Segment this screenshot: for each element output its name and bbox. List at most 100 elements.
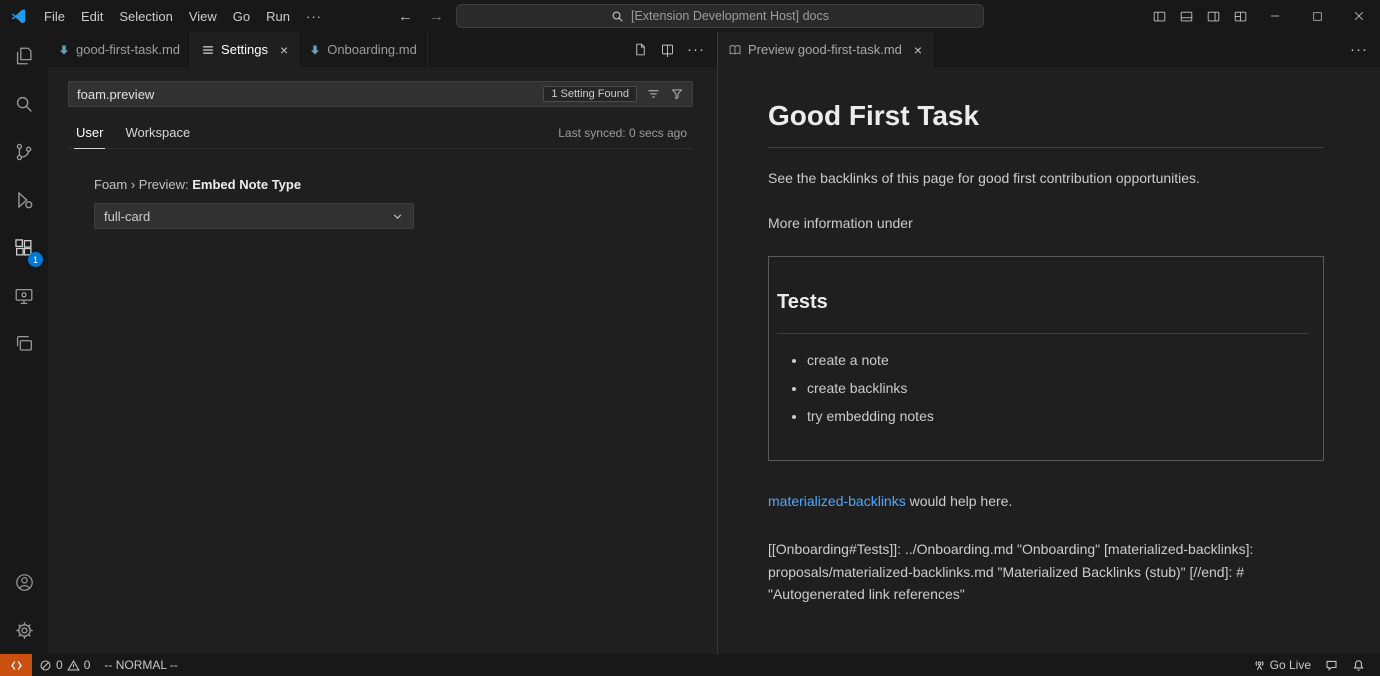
settings-result-count-badge: 1 Setting Found — [543, 86, 637, 102]
preview-paragraph: See the backlinks of this page for good … — [768, 168, 1324, 189]
tab-settings[interactable]: Settings × — [191, 32, 299, 67]
embed-note-type-select[interactable]: full-card — [94, 203, 414, 229]
menu-bar: File Edit Selection View Go Run ··· — [36, 6, 330, 27]
go-live-label: Go Live — [1270, 658, 1311, 672]
go-live-item[interactable]: Go Live — [1246, 654, 1318, 676]
settings-gear-icon[interactable] — [0, 606, 48, 654]
menu-run[interactable]: Run — [258, 6, 298, 27]
split-editor-icon[interactable] — [660, 42, 675, 57]
more-actions-icon[interactable]: ··· — [1350, 42, 1368, 57]
embedded-note-card: Tests create a note create backlinks try… — [768, 256, 1324, 461]
filter-settings-icon[interactable] — [670, 87, 684, 101]
tab-preview-good-first-task[interactable]: Preview good-first-task.md × — [718, 32, 933, 67]
editor-groups: good-first-task.md Settings × Onboarding… — [48, 32, 1380, 654]
extensions-icon[interactable]: 1 — [0, 224, 48, 272]
scope-tab-workspace[interactable]: Workspace — [123, 125, 192, 148]
settings-search-input[interactable]: foam.preview 1 Setting Found — [68, 81, 693, 107]
history-nav: ← → — [398, 0, 444, 32]
notifications-bell-icon — [1352, 659, 1365, 672]
warnings-icon — [67, 659, 80, 672]
windows-icon[interactable] — [0, 320, 48, 368]
more-actions-icon[interactable]: ··· — [687, 42, 705, 57]
back-icon[interactable]: ← — [398, 8, 413, 25]
settings-editor: foam.preview 1 Setting Found User Worksp… — [48, 67, 717, 229]
list-item: create a note — [807, 350, 1309, 371]
command-center[interactable]: [Extension Development Host] docs — [456, 4, 984, 28]
toggle-secondary-sidebar-icon[interactable] — [1200, 0, 1227, 32]
tab-onboarding[interactable]: Onboarding.md — [299, 32, 428, 67]
warnings-count: 0 — [84, 658, 91, 672]
status-bar-right: Go Live — [1246, 654, 1380, 676]
errors-icon — [39, 659, 52, 672]
markdown-icon — [309, 44, 321, 56]
open-settings-json-icon[interactable] — [633, 42, 648, 57]
feedback-item[interactable] — [1318, 654, 1345, 676]
link-suffix: would help here. — [906, 493, 1013, 509]
select-value: full-card — [104, 209, 150, 224]
toggle-primary-sidebar-icon[interactable] — [1146, 0, 1173, 32]
accounts-icon[interactable] — [0, 558, 48, 606]
notifications-item[interactable] — [1345, 654, 1372, 676]
menu-file[interactable]: File — [36, 6, 73, 27]
remote-explorer-icon[interactable] — [0, 272, 48, 320]
vim-mode-label: -- NORMAL -- — [104, 658, 178, 672]
clear-settings-search-icon[interactable] — [646, 87, 661, 102]
window-controls — [1146, 0, 1380, 32]
materialized-backlinks-link[interactable]: materialized-backlinks — [768, 493, 906, 509]
tab-label: Onboarding.md — [327, 42, 417, 57]
title-bar: File Edit Selection View Go Run ··· ← → … — [0, 0, 1380, 32]
tab-label: Settings — [221, 42, 268, 57]
problems-item[interactable]: 0 0 — [32, 654, 97, 676]
tab-label: good-first-task.md — [76, 42, 180, 57]
errors-count: 0 — [56, 658, 63, 672]
link-paragraph: materialized-backlinks would help here. — [768, 491, 1324, 512]
editor-actions-left: ··· — [633, 32, 717, 67]
setting-name: Embed Note Type — [192, 177, 301, 192]
settings-search-value: foam.preview — [77, 87, 534, 102]
close-window-button[interactable] — [1338, 0, 1380, 32]
tab-good-first-task[interactable]: good-first-task.md — [48, 32, 191, 67]
menu-view[interactable]: View — [181, 6, 225, 27]
scope-tab-user[interactable]: User — [74, 125, 105, 149]
vim-mode-item[interactable]: -- NORMAL -- — [97, 654, 185, 676]
remote-indicator-icon — [10, 659, 23, 672]
feedback-icon — [1325, 659, 1338, 672]
minimize-button[interactable] — [1254, 0, 1296, 32]
editor-actions-right: ··· — [1350, 32, 1380, 67]
run-debug-icon[interactable] — [0, 176, 48, 224]
settings-editor-icon — [201, 43, 215, 57]
close-tab-icon[interactable]: × — [280, 43, 288, 57]
preview-title: Good First Task — [768, 95, 1324, 148]
last-synced-label: Last synced: 0 secs ago — [558, 126, 687, 148]
setting-item: Foam › Preview: Embed Note Type full-car… — [94, 177, 693, 229]
editor-group-right: Preview good-first-task.md × ··· Good Fi… — [717, 32, 1380, 654]
vscode-logo — [0, 8, 36, 25]
link-references: [[Onboarding#Tests]]: ../Onboarding.md "… — [768, 538, 1324, 606]
setting-title: Foam › Preview: Embed Note Type — [94, 177, 693, 192]
markdown-preview-icon — [728, 43, 742, 57]
list-item: try embedding notes — [807, 406, 1309, 427]
status-bar: 0 0 -- NORMAL -- Go Live — [0, 654, 1380, 676]
maximize-button[interactable] — [1296, 0, 1338, 32]
explorer-icon[interactable] — [0, 32, 48, 80]
list-item: create backlinks — [807, 378, 1309, 399]
markdown-icon — [58, 44, 70, 56]
menu-edit[interactable]: Edit — [73, 6, 111, 27]
search-icon[interactable] — [0, 80, 48, 128]
preview-paragraph: More information under — [768, 213, 1324, 234]
settings-scope-tabs: User Workspace Last synced: 0 secs ago — [68, 119, 693, 149]
search-icon — [611, 10, 624, 23]
command-center-text: [Extension Development Host] docs — [631, 9, 829, 23]
extensions-badge: 1 — [28, 252, 43, 267]
menu-selection[interactable]: Selection — [111, 6, 180, 27]
menu-go[interactable]: Go — [225, 6, 258, 27]
close-tab-icon[interactable]: × — [914, 43, 922, 57]
forward-icon[interactable]: → — [429, 8, 444, 25]
remote-indicator[interactable] — [0, 654, 32, 676]
customize-layout-icon[interactable] — [1227, 0, 1254, 32]
toggle-panel-icon[interactable] — [1173, 0, 1200, 32]
menu-more[interactable]: ··· — [298, 6, 330, 27]
source-control-icon[interactable] — [0, 128, 48, 176]
editor-group-left: good-first-task.md Settings × Onboarding… — [48, 32, 717, 654]
activity-bar: 1 — [0, 32, 48, 654]
